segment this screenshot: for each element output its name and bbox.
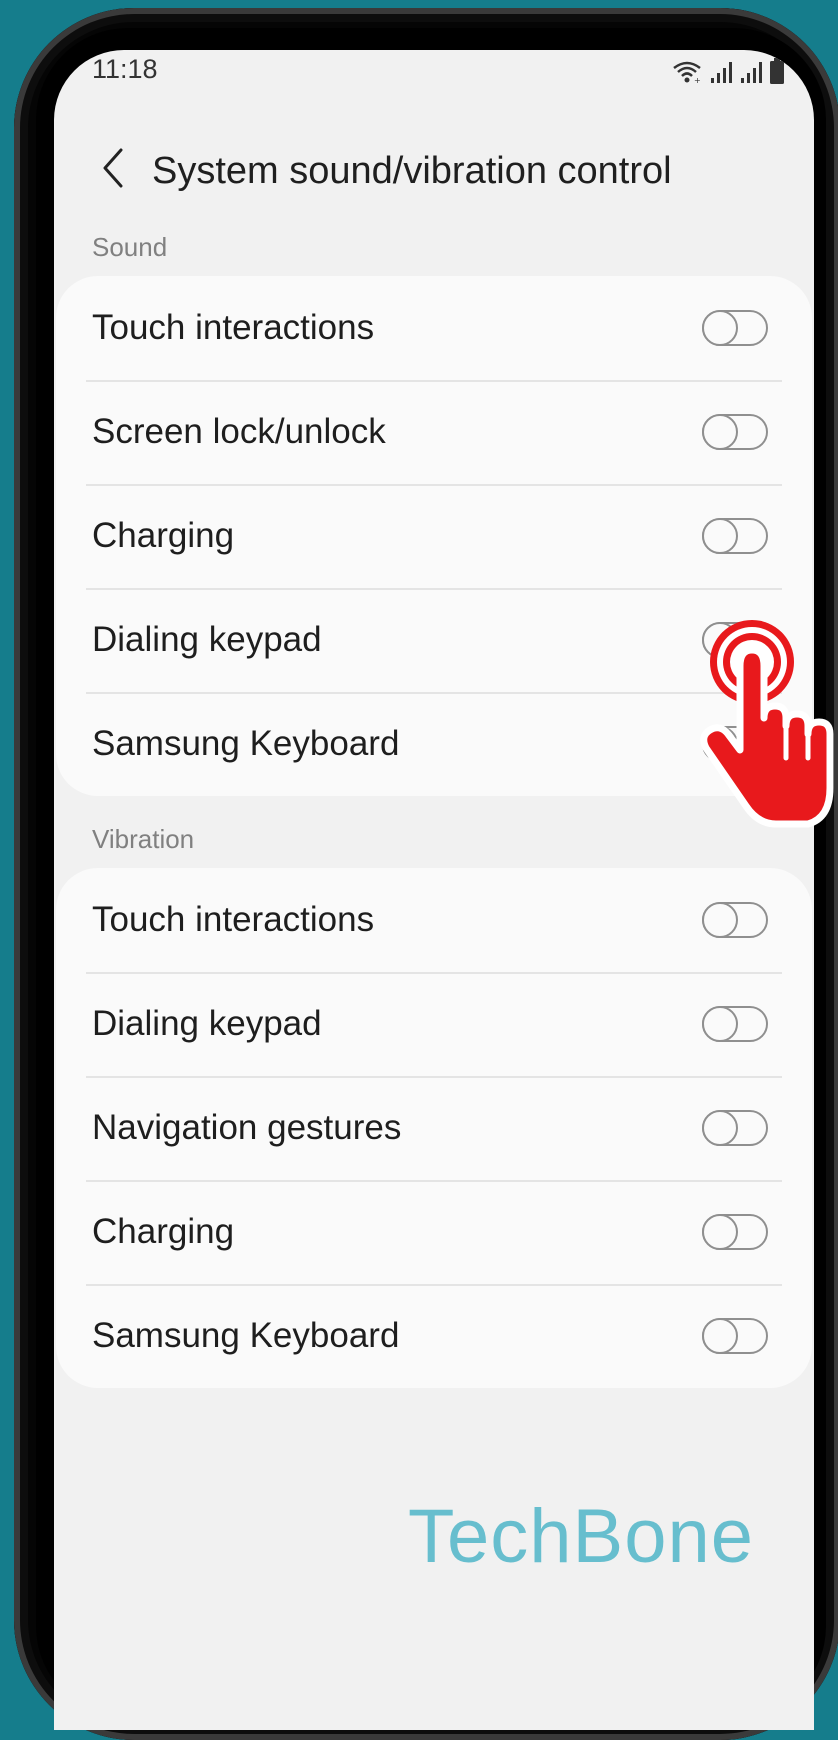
phone-screen: 11:18 + System sound/vibration control S… <box>54 50 814 1730</box>
toggle-knob <box>701 1317 738 1354</box>
sound-charging-row[interactable]: Charging <box>56 484 812 588</box>
chevron-left-icon <box>101 148 125 193</box>
vibration-touch-interactions-toggle[interactable] <box>701 901 768 938</box>
setting-label: Charging <box>92 1212 235 1251</box>
svg-text:+: + <box>694 76 701 84</box>
toggle-knob <box>701 1213 738 1250</box>
status-time: 11:18 <box>92 54 158 84</box>
page-title: System sound/vibration control <box>152 150 672 192</box>
toggle-knob <box>701 309 738 346</box>
sound-screen-lock-toggle[interactable] <box>701 413 768 450</box>
section-header-vibration: Vibration <box>92 824 195 854</box>
back-button[interactable] <box>88 142 138 198</box>
vibration-charging-row[interactable]: Charging <box>56 1180 812 1284</box>
setting-label: Samsung Keyboard <box>92 1316 400 1355</box>
signal-1-icon <box>710 60 732 84</box>
status-bar: 11:18 + <box>54 50 814 110</box>
setting-label: Screen lock/unlock <box>92 412 386 451</box>
setting-label: Touch interactions <box>92 308 375 347</box>
setting-label: Touch interactions <box>92 900 375 939</box>
vibration-charging-toggle[interactable] <box>701 1213 768 1250</box>
vibration-samsung-keyboard-row[interactable]: Samsung Keyboard <box>56 1284 812 1388</box>
signal-2-icon <box>740 60 762 84</box>
setting-label: Charging <box>92 516 235 555</box>
toggle-knob <box>701 517 738 554</box>
setting-label: Dialing keypad <box>92 620 322 659</box>
sound-charging-toggle[interactable] <box>701 517 768 554</box>
vibration-settings-card: Touch interactions Dialing keypad Naviga… <box>56 868 812 1388</box>
tap-hand-icon <box>698 618 838 833</box>
status-icons: + <box>672 56 784 84</box>
setting-label: Samsung Keyboard <box>92 724 400 763</box>
setting-label: Navigation gestures <box>92 1108 402 1147</box>
toggle-knob <box>701 1109 738 1146</box>
sound-touch-interactions-toggle[interactable] <box>701 309 768 346</box>
vibration-dialing-keypad-row[interactable]: Dialing keypad <box>56 972 812 1076</box>
vibration-dialing-keypad-toggle[interactable] <box>701 1005 768 1042</box>
watermark: TechBone <box>407 1494 754 1579</box>
section-header-sound: Sound <box>92 232 168 262</box>
app-bar: System sound/vibration control <box>54 130 814 210</box>
vibration-navigation-gestures-toggle[interactable] <box>701 1109 768 1146</box>
setting-label: Dialing keypad <box>92 1004 322 1043</box>
wifi-icon: + <box>672 60 702 84</box>
vibration-samsung-keyboard-toggle[interactable] <box>701 1317 768 1354</box>
toggle-knob <box>701 413 738 450</box>
vibration-navigation-gestures-row[interactable]: Navigation gestures <box>56 1076 812 1180</box>
sound-screen-lock-row[interactable]: Screen lock/unlock <box>56 380 812 484</box>
sound-touch-interactions-row[interactable]: Touch interactions <box>56 276 812 380</box>
toggle-knob <box>701 901 738 938</box>
toggle-knob <box>701 1005 738 1042</box>
battery-icon <box>770 58 784 84</box>
vibration-touch-interactions-row[interactable]: Touch interactions <box>56 868 812 972</box>
